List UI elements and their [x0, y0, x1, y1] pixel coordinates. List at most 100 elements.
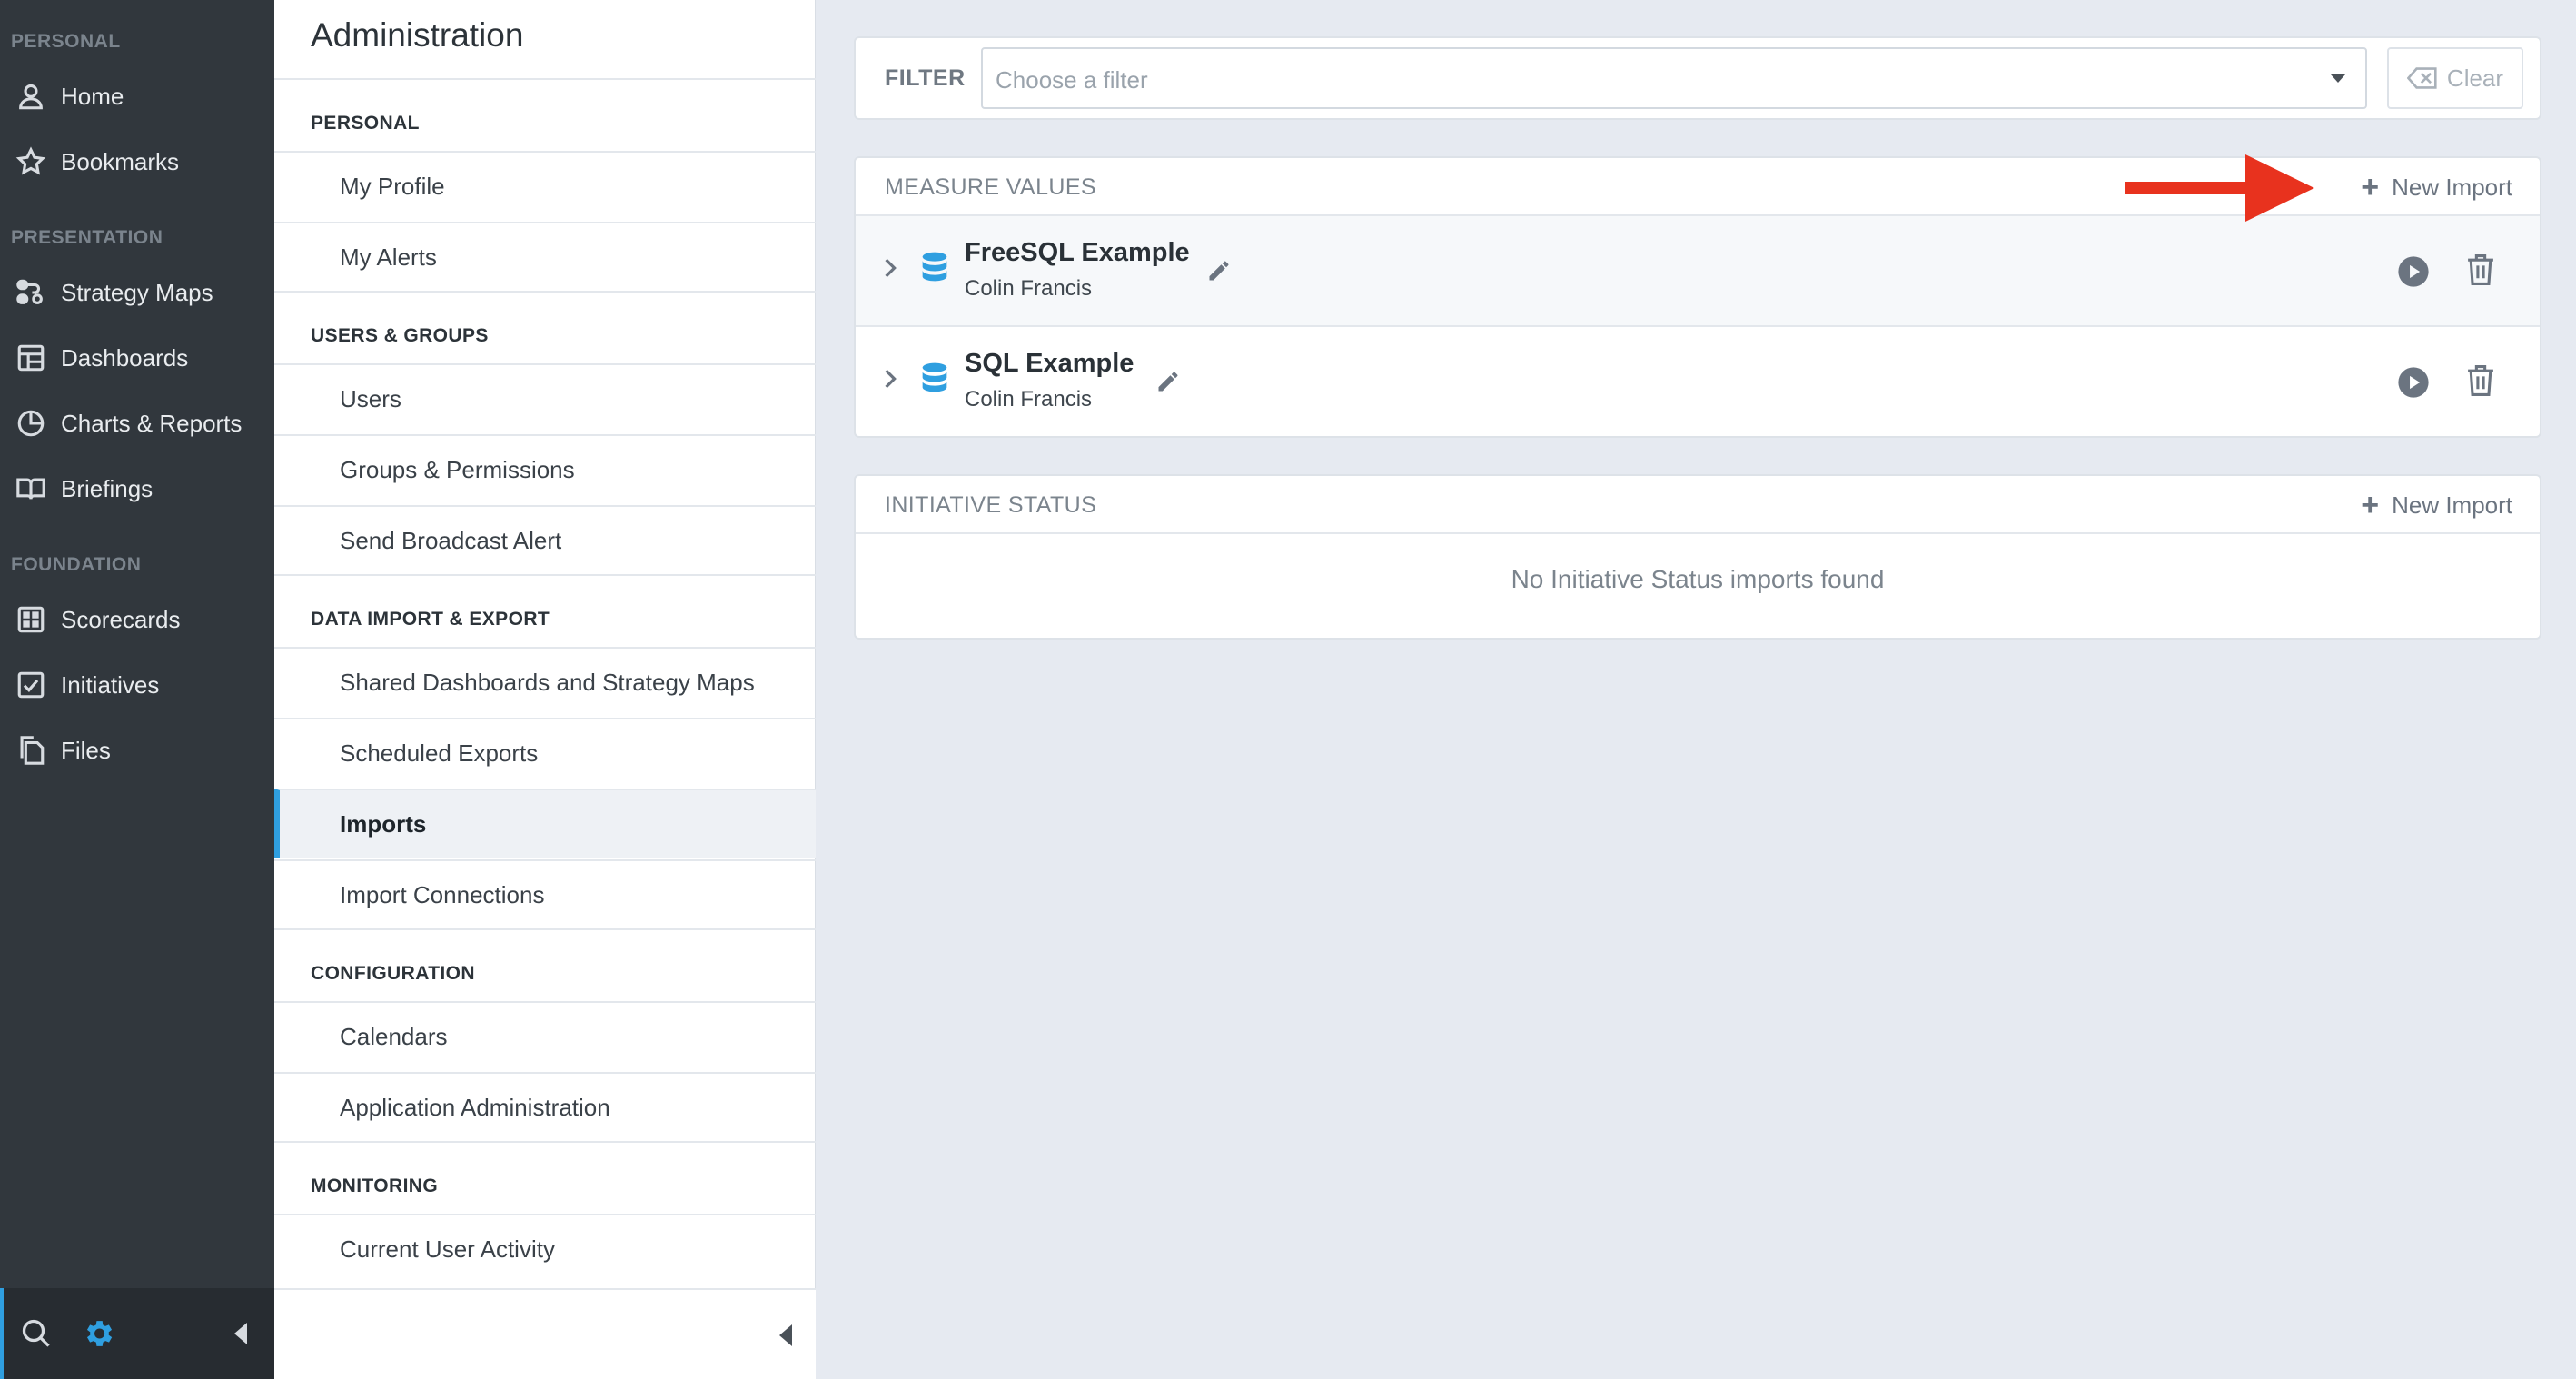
pencil-icon — [1158, 372, 1178, 392]
nav-footer — [0, 1288, 274, 1379]
collapse-left-icon — [779, 1324, 792, 1346]
database-icon — [919, 251, 950, 292]
nav-item-home[interactable]: Home — [0, 70, 274, 123]
admin-item-label: Current User Activity — [340, 1235, 555, 1263]
checkbox-icon — [15, 669, 47, 701]
nav-section-personal: PERSONAL — [11, 31, 121, 52]
plus-icon: + — [2361, 170, 2380, 204]
edit-import-button[interactable] — [1206, 258, 1232, 288]
collapse-nav-button[interactable] — [222, 1314, 262, 1354]
plus-icon: + — [2361, 488, 2380, 522]
admin-item-label: My Alerts — [340, 243, 437, 271]
clear-button[interactable]: Clear — [2387, 47, 2523, 109]
nav-item-label: Scorecards — [61, 605, 181, 633]
admin-item-label: Groups & Permissions — [340, 455, 575, 483]
nav-item-bookmarks[interactable]: Bookmarks — [0, 135, 274, 188]
pencil-icon — [1209, 261, 1229, 281]
nav-item-scorecards[interactable]: Scorecards — [0, 593, 274, 646]
divider — [274, 574, 816, 576]
new-import-label: New Import — [2392, 173, 2512, 201]
admin-item-shared-dashboards[interactable]: Shared Dashboards and Strategy Maps — [274, 647, 816, 716]
new-import-label: New Import — [2392, 491, 2512, 519]
main-navigation: PERSONAL Home Bookmarks PRESENTATION Str… — [0, 0, 274, 1379]
filter-label: FILTER — [885, 65, 966, 91]
admin-item-label: Shared Dashboards and Strategy Maps — [340, 668, 755, 696]
import-owner: Colin Francis — [965, 387, 1093, 412]
pie-chart-icon — [15, 407, 47, 440]
admin-item-send-broadcast-alert[interactable]: Send Broadcast Alert — [274, 505, 816, 574]
nav-item-label: Bookmarks — [61, 147, 180, 175]
clear-label: Clear — [2446, 64, 2504, 92]
empty-state-message: No Initiative Status imports found — [1511, 565, 1885, 593]
settings-button[interactable] — [78, 1314, 118, 1354]
nav-item-label: Initiatives — [61, 670, 160, 699]
nav-item-strategy-maps[interactable]: Strategy Maps — [0, 266, 274, 319]
gear-icon — [86, 1321, 113, 1346]
trash-icon — [2468, 365, 2493, 396]
search-button[interactable] — [16, 1314, 56, 1354]
nav-section-presentation: PRESENTATION — [11, 227, 163, 248]
admin-item-groups-permissions[interactable]: Groups & Permissions — [274, 434, 816, 503]
play-circle-icon — [2398, 367, 2429, 398]
database-icon — [919, 362, 950, 402]
admin-item-my-alerts[interactable]: My Alerts — [274, 222, 816, 291]
edit-import-button[interactable] — [1155, 369, 1181, 399]
play-circle-icon — [2398, 256, 2429, 287]
trash-icon — [2468, 254, 2493, 285]
admin-menu-footer — [274, 1288, 816, 1379]
panel-title: INITIATIVE STATUS — [885, 492, 1097, 518]
admin-item-label: Calendars — [340, 1022, 448, 1050]
panel-header: INITIATIVE STATUS + New Import — [856, 476, 2540, 534]
chevron-right-icon[interactable] — [883, 367, 899, 395]
admin-section-configuration: CONFIGURATION — [311, 963, 475, 984]
dashboard-icon — [15, 342, 47, 374]
search-icon — [22, 1319, 50, 1347]
filter-placeholder: Choose a filter — [996, 66, 1148, 94]
nav-item-label: Files — [61, 736, 111, 764]
admin-item-users[interactable]: Users — [274, 363, 816, 432]
admin-item-my-profile[interactable]: My Profile — [274, 151, 816, 220]
nav-section-foundation: FOUNDATION — [11, 554, 142, 575]
admin-section-personal: PERSONAL — [311, 113, 420, 134]
nav-item-files[interactable]: Files — [0, 724, 274, 777]
run-import-button[interactable] — [2396, 254, 2431, 293]
import-row[interactable]: SQL Example Colin Francis — [856, 327, 2540, 438]
import-row[interactable]: FreeSQL Example Colin Francis — [856, 216, 2540, 327]
initiative-status-panel: INITIATIVE STATUS + New Import No Initia… — [854, 474, 2541, 640]
delete-import-button[interactable] — [2465, 253, 2496, 292]
chevron-right-icon[interactable] — [883, 256, 899, 284]
delete-import-button[interactable] — [2465, 363, 2496, 402]
run-import-button[interactable] — [2396, 365, 2431, 404]
admin-item-imports[interactable]: Imports — [274, 789, 816, 858]
admin-item-label: Users — [340, 384, 401, 412]
nav-item-dashboards[interactable]: Dashboards — [0, 332, 274, 384]
nav-item-initiatives[interactable]: Initiatives — [0, 659, 274, 711]
divider — [274, 78, 816, 80]
new-import-button[interactable]: + New Import — [2361, 171, 2512, 203]
admin-section-data-import-export: DATA IMPORT & EXPORT — [311, 609, 550, 630]
new-import-button[interactable]: + New Import — [2361, 489, 2512, 521]
import-name[interactable]: SQL Example — [965, 349, 1134, 379]
admin-item-import-connections[interactable]: Import Connections — [274, 859, 816, 928]
admin-item-scheduled-exports[interactable]: Scheduled Exports — [274, 718, 816, 787]
admin-section-monitoring: MONITORING — [311, 1176, 439, 1196]
admin-item-application-administration[interactable]: Application Administration — [274, 1072, 816, 1141]
backspace-icon — [2406, 67, 2437, 89]
filter-bar: FILTER Choose a filter Clear — [854, 36, 2541, 120]
files-icon — [15, 734, 47, 767]
filter-select[interactable]: Choose a filter — [981, 47, 2367, 109]
nav-item-briefings[interactable]: Briefings — [0, 462, 274, 515]
import-name[interactable]: FreeSQL Example — [965, 238, 1190, 268]
scorecard-icon — [15, 603, 47, 636]
collapse-admin-menu-button[interactable] — [778, 1324, 796, 1351]
admin-item-calendars[interactable]: Calendars — [274, 1001, 816, 1070]
nav-item-charts-reports[interactable]: Charts & Reports — [0, 397, 274, 450]
admin-item-current-user-activity[interactable]: Current User Activity — [274, 1214, 816, 1283]
nav-item-label: Home — [61, 82, 124, 110]
divider — [274, 1141, 816, 1143]
admin-item-label: Import Connections — [340, 880, 545, 908]
nav-item-label: Charts & Reports — [61, 409, 243, 437]
caret-down-icon — [2331, 74, 2345, 83]
user-icon — [15, 80, 47, 113]
divider — [274, 291, 816, 293]
